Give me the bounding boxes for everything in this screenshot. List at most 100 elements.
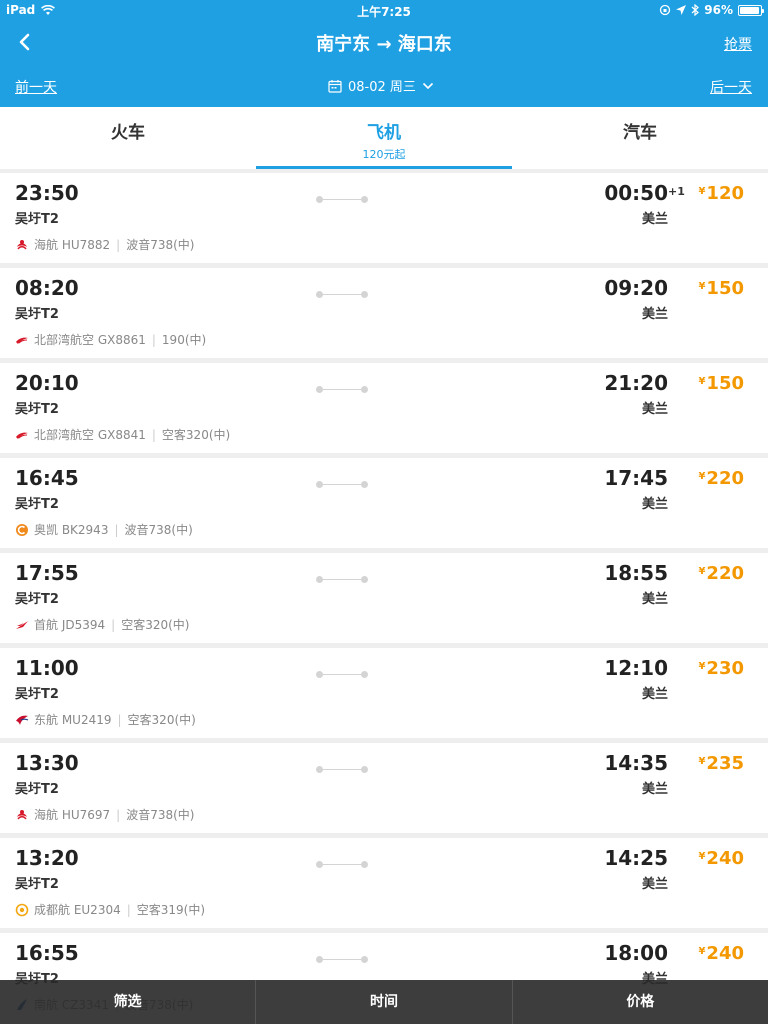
flight-row[interactable]: 08:20 吴圩T2 09:20 美兰 ¥150 北部湾航空 GX8861 | … — [0, 268, 768, 358]
sort-by-price-button[interactable]: 价格 — [511, 980, 768, 1024]
departure-airport: 吴圩T2 — [15, 687, 59, 702]
transport-tabs: 火车 飞机 120元起 汽车 — [0, 107, 768, 169]
departure-time: 13:30 — [15, 751, 79, 775]
flight-row[interactable]: 17:55 吴圩T2 18:55 美兰 ¥220 首航 JD5394 | 空客3… — [0, 553, 768, 643]
beibu-gulf-airlines-icon — [15, 428, 29, 442]
filter-button[interactable]: 筛选 — [0, 980, 255, 1024]
aircraft-type: 空客319(中) — [136, 903, 206, 917]
flight-info: 奥凯 BK2943 | 波音738(中) — [15, 521, 193, 538]
departure-time: 11:00 — [15, 656, 79, 680]
route-line — [316, 385, 368, 393]
china-eastern-icon — [15, 713, 29, 727]
battery-percent: 96% — [704, 3, 733, 17]
flight-info: 北部湾航空 GX8841 | 空客320(中) — [15, 426, 230, 443]
status-bar: iPad 上午7:25 96% — [0, 0, 768, 20]
sort-by-time-button[interactable]: 时间 — [255, 980, 511, 1024]
ticket-price: ¥220 — [698, 468, 744, 489]
departure-time: 16:45 — [15, 466, 79, 490]
next-day-marker: +1 — [668, 185, 685, 198]
tab-train[interactable]: 火车 — [0, 107, 256, 169]
aircraft-type: 空客320(中) — [127, 713, 196, 727]
ticket-price: ¥150 — [698, 278, 744, 299]
flight-row[interactable]: 20:10 吴圩T2 21:20 美兰 ¥150 北部湾航空 GX8841 | … — [0, 363, 768, 453]
route-line — [316, 670, 368, 678]
route-line — [316, 195, 368, 203]
price-value: 220 — [706, 468, 744, 489]
flight-row[interactable]: 11:00 吴圩T2 12:10 美兰 ¥230 东航 MU2419 | 空客3… — [0, 648, 768, 738]
currency-symbol: ¥ — [698, 566, 706, 577]
flight-info: 北部湾航空 GX8861 | 190(中) — [15, 331, 206, 348]
capital-airlines-icon — [15, 618, 29, 632]
next-day-link[interactable]: 后一天 — [710, 77, 752, 97]
beibu-gulf-airlines-icon — [15, 333, 29, 347]
arrival-time: 09:20 — [604, 276, 668, 300]
airline-flight-number: 北部湾航空 GX8861 — [34, 333, 146, 347]
currency-symbol: ¥ — [698, 756, 706, 767]
aircraft-type: 波音738(中) — [126, 808, 195, 822]
orientation-lock-icon — [660, 4, 671, 16]
arrival-airport: 美兰 — [641, 877, 668, 892]
tab-label: 火车 — [111, 123, 145, 143]
route-line — [316, 575, 368, 583]
separator: | — [114, 522, 119, 537]
ticket-price: ¥240 — [698, 848, 744, 869]
chevron-down-icon — [422, 82, 433, 89]
flight-row[interactable]: 13:30 吴圩T2 14:35 美兰 ¥235 海航 HU7697 | 波音7… — [0, 743, 768, 833]
arrival-time: 18:00 — [604, 941, 668, 965]
ticket-price: ¥120 — [698, 183, 744, 204]
flight-info: 东航 MU2419 | 空客320(中) — [15, 711, 196, 728]
departure-airport: 吴圩T2 — [15, 212, 59, 227]
price-value: 120 — [706, 183, 744, 204]
price-value: 230 — [706, 658, 744, 679]
back-chevron-icon[interactable] — [14, 28, 42, 56]
route-line — [316, 480, 368, 488]
tab-flight[interactable]: 飞机 120元起 — [256, 107, 512, 169]
date-selector[interactable]: 08-02 周三 — [328, 76, 434, 95]
route-line — [316, 955, 368, 963]
date-label: 08-02 周三 — [348, 80, 416, 95]
price-value: 240 — [706, 943, 744, 964]
grab-ticket-link[interactable]: 抢票 — [724, 34, 752, 54]
tab-price-from: 120元起 — [362, 148, 406, 161]
arrival-time: 17:45 — [604, 466, 668, 490]
bottom-toolbar: 筛选 时间 价格 — [0, 980, 768, 1024]
app-header: iPad 上午7:25 96% 南宁东 → 海口东 抢票 前一天 08-02 周… — [0, 0, 768, 107]
currency-symbol: ¥ — [698, 376, 706, 387]
departure-time: 13:20 — [15, 846, 79, 870]
aircraft-type: 波音738(中) — [124, 523, 193, 537]
airline-flight-number: 海航 HU7697 — [34, 808, 111, 822]
arrival-time: 21:20 — [604, 371, 668, 395]
departure-time: 20:10 — [15, 371, 79, 395]
arrival-airport: 美兰 — [641, 402, 668, 417]
price-value: 150 — [706, 278, 744, 299]
flight-row[interactable]: 16:45 吴圩T2 17:45 美兰 ¥220 奥凯 BK2943 | 波音7… — [0, 458, 768, 548]
arrival-time: 14:25 — [604, 846, 668, 870]
departure-time: 08:20 — [15, 276, 79, 300]
flight-info: 成都航 EU2304 | 空客319(中) — [15, 901, 205, 918]
flight-row[interactable]: 13:20 吴圩T2 14:25 美兰 ¥240 成都航 EU2304 | 空客… — [0, 838, 768, 928]
ticket-price: ¥230 — [698, 658, 744, 679]
separator: | — [151, 332, 156, 347]
currency-symbol: ¥ — [698, 281, 706, 292]
flight-row[interactable]: 23:50 吴圩T2 00:50 +1 美兰 ¥120 海航 HU7882 | … — [0, 173, 768, 263]
separator: | — [116, 807, 121, 822]
arrival-time: 14:35 — [604, 751, 668, 775]
departure-airport: 吴圩T2 — [15, 497, 59, 512]
previous-day-link[interactable]: 前一天 — [15, 77, 57, 97]
departure-airport: 吴圩T2 — [15, 402, 59, 417]
departure-airport: 吴圩T2 — [15, 877, 59, 892]
airline-flight-number: 东航 MU2419 — [34, 713, 112, 727]
aircraft-type: 波音738(中) — [126, 238, 195, 252]
arrival-airport: 美兰 — [641, 212, 668, 227]
route-title: 南宁东 → 海口东 — [316, 34, 452, 55]
tab-bus[interactable]: 汽车 — [512, 107, 768, 169]
price-value: 240 — [706, 848, 744, 869]
currency-symbol: ¥ — [698, 661, 706, 672]
route-line — [316, 290, 368, 298]
flight-list: 23:50 吴圩T2 00:50 +1 美兰 ¥120 海航 HU7882 | … — [0, 173, 768, 1024]
route-line — [316, 860, 368, 868]
chengdu-airlines-icon — [15, 903, 29, 917]
hainan-airlines-icon — [15, 238, 29, 252]
route-line — [316, 765, 368, 773]
currency-symbol: ¥ — [698, 471, 706, 482]
